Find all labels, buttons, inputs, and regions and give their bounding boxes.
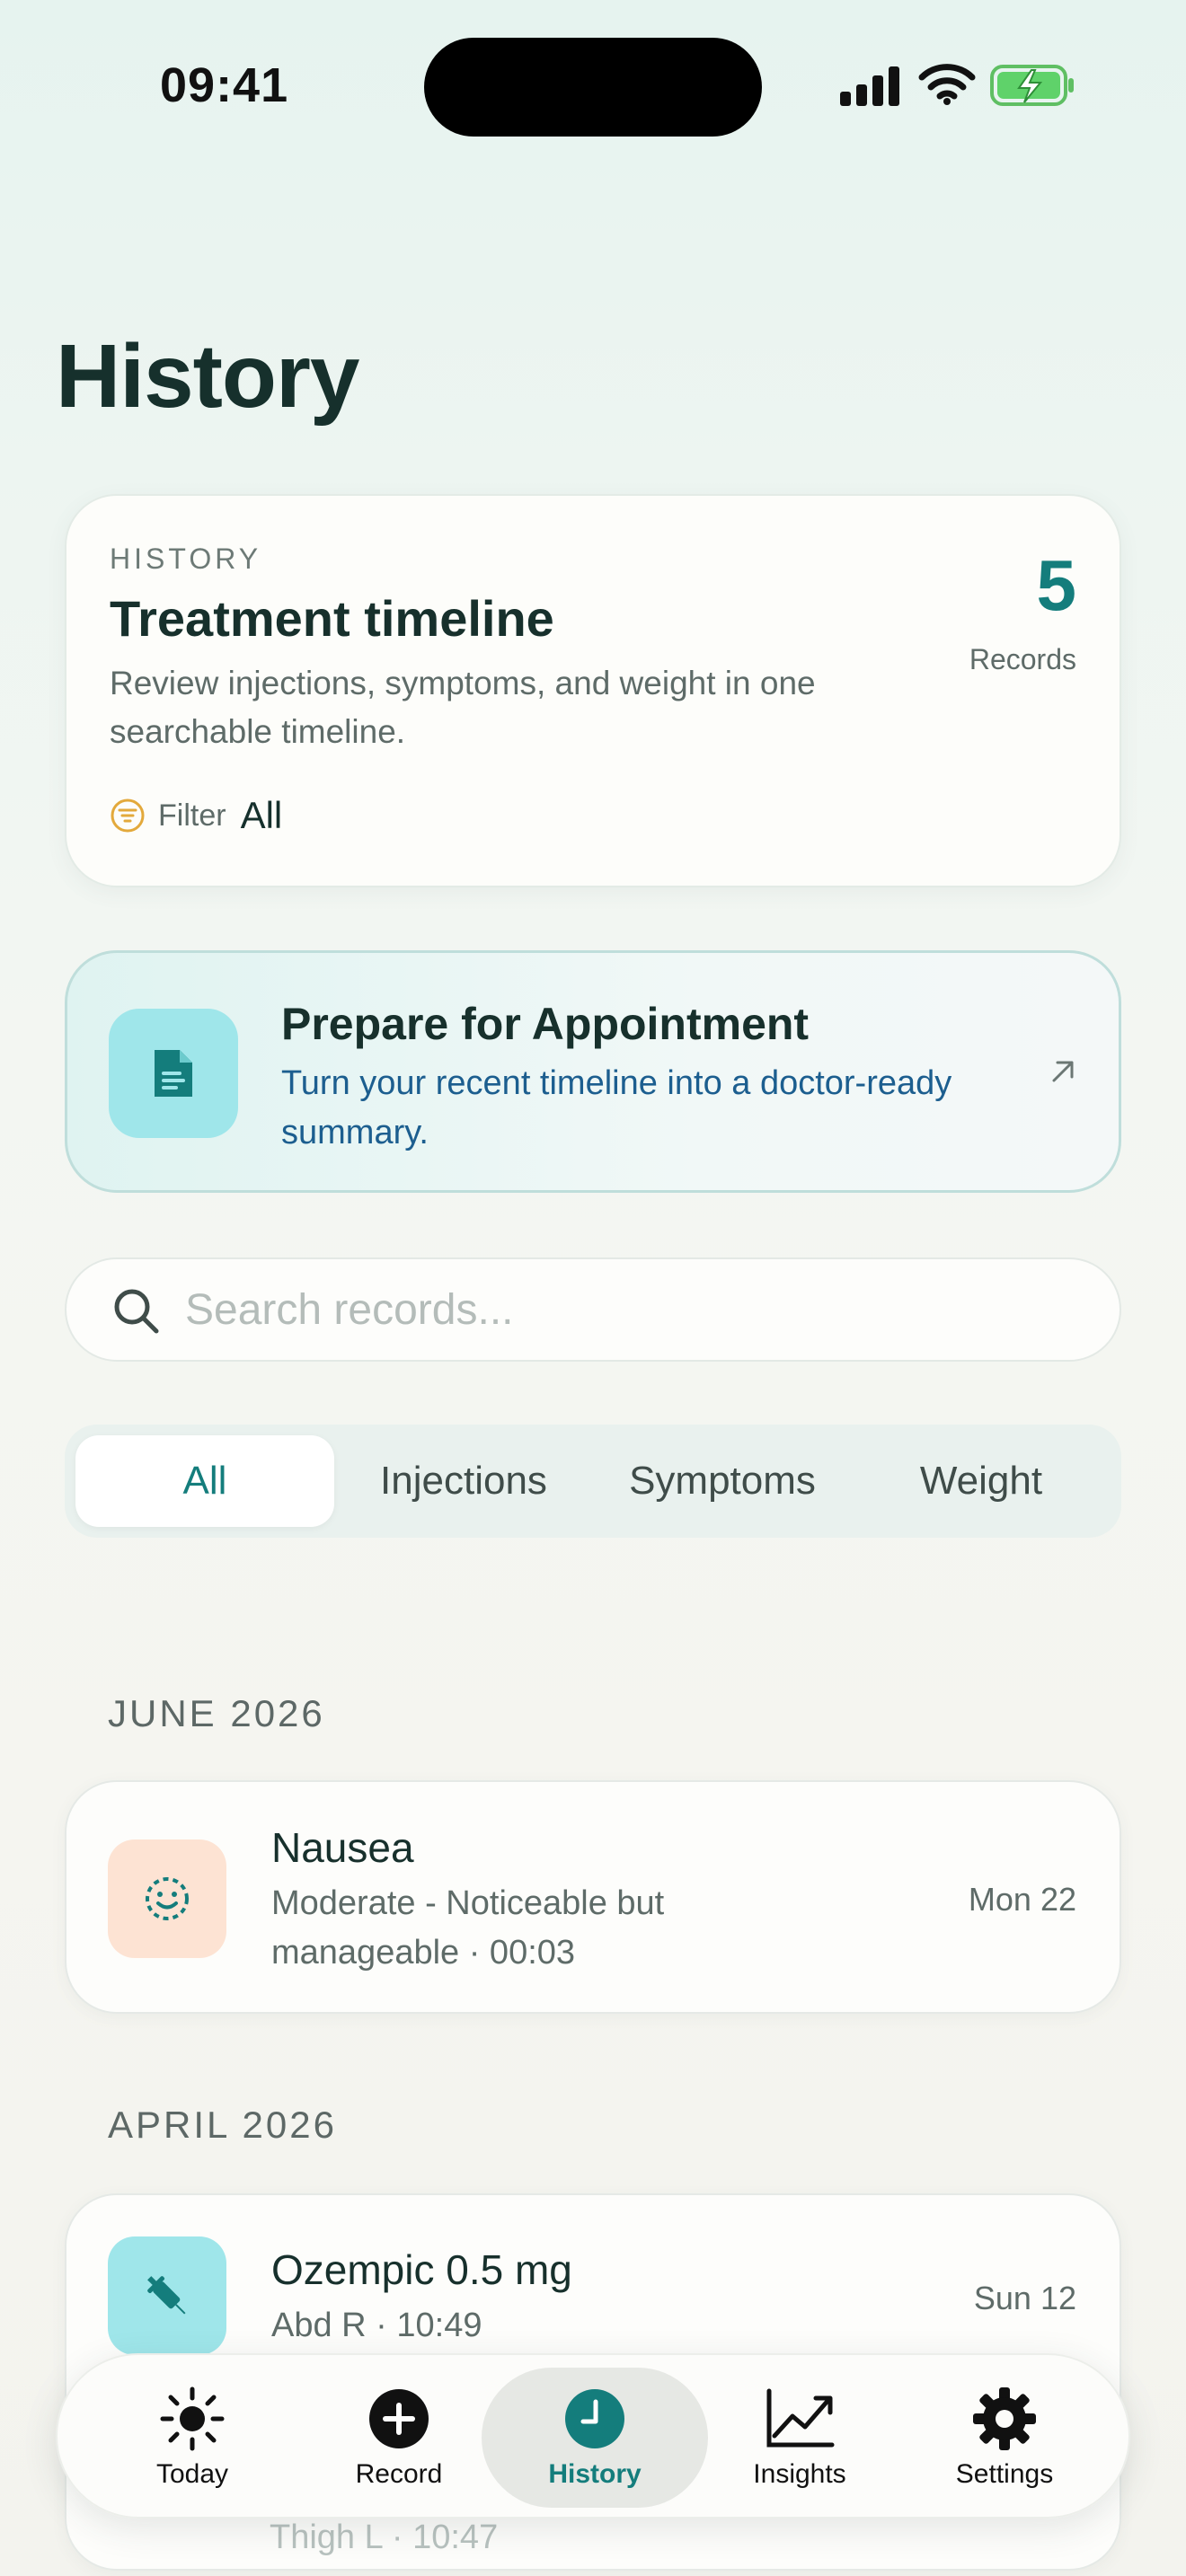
record-date: Mon 22 [968,1881,1076,1918]
segment-injections[interactable]: Injections [334,1435,593,1527]
tab-history[interactable]: History [482,2368,708,2508]
tab-settings[interactable]: Settings [891,2368,1118,2508]
treatment-timeline-card: HISTORY Treatment timeline Review inject… [65,494,1121,887]
smile-icon [108,1839,226,1958]
segment-weight[interactable]: Weight [852,1435,1111,1527]
appointment-description: Turn your recent timeline into a doctor-… [281,1064,952,1151]
card-eyebrow: HISTORY [110,543,262,575]
tab-label: History [548,2459,642,2489]
status-time: 09:41 [160,58,289,112]
cellular-signal-icon [840,66,899,106]
prepare-appointment-card[interactable]: Prepare for Appointment Turn your recent… [65,950,1121,1193]
record-subtitle: Moderate - Noticeable but manageable · 0… [271,1884,665,1972]
section-header-june-2026: JUNE 2026 [108,1692,325,1734]
record-title: Ozempic 0.5 mg [271,2246,572,2293]
chart-line-icon [764,2386,836,2452]
battery-charging-icon [990,65,1074,106]
record-date: Sun 12 [973,2280,1076,2316]
page-title: History [56,326,360,427]
records-count: 5 [1036,545,1077,625]
dynamic-island [424,38,762,137]
tab-label: Today [155,2459,229,2489]
record-type-segments: All Injections Symptoms Weight [65,1425,1121,1538]
record-title: Nausea [271,1824,414,1871]
filter-icon [111,798,145,833]
segment-symptoms[interactable]: Symptoms [593,1435,852,1527]
search-input[interactable] [185,1259,1084,1360]
record-subtitle: Thigh L · 10:47 [270,2519,499,2556]
filter-value: All [240,794,283,836]
tab-label: Record [355,2459,443,2489]
card-description: Review injections, symptoms, and weight … [110,665,816,750]
tab-record[interactable]: Record [286,2368,512,2508]
search-bar[interactable] [65,1257,1121,1362]
segment-all[interactable]: All [75,1435,334,1527]
wifi-icon [918,64,976,105]
records-count-label: Records [969,643,1076,675]
clock-icon [563,2386,626,2452]
status-bar: 09:41 [0,0,1186,171]
arrow-up-right-icon [1052,1061,1074,1082]
appointment-title: Prepare for Appointment [281,999,810,1049]
tab-insights[interactable]: Insights [686,2368,913,2508]
tab-today[interactable]: Today [79,2368,305,2508]
filter-label: Filter [158,798,226,833]
search-icon [114,1289,159,1334]
record-subtitle: Abd R · 10:49 [271,2307,482,2344]
card-title: Treatment timeline [110,590,554,647]
document-icon [109,1009,238,1138]
sun-icon [159,2386,226,2452]
record-item-nausea[interactable]: Nausea Moderate - Noticeable but managea… [65,1780,1121,2014]
section-header-april-2026: APRIL 2026 [108,2104,337,2146]
tab-label: Settings [955,2459,1054,2489]
tab-label: Insights [753,2459,846,2489]
syringe-icon [108,2236,226,2355]
plus-circle-icon [367,2386,430,2452]
tab-bar: Today Record History Insights Settings [56,2353,1130,2519]
gear-icon [971,2386,1038,2452]
filter-control[interactable]: Filter All [110,794,282,837]
